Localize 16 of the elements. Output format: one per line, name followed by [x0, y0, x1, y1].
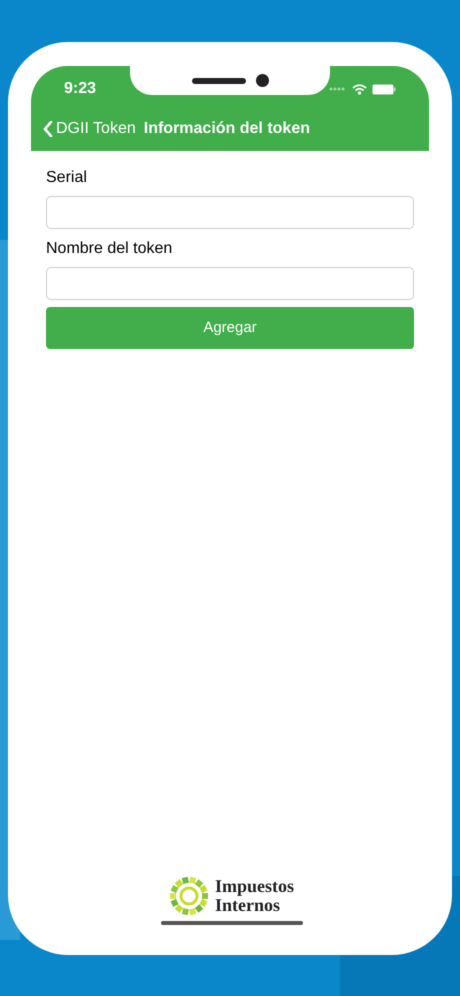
input-field[interactable] [46, 267, 414, 300]
status-time: 9:23 [64, 79, 96, 99]
camera-icon [256, 74, 268, 87]
battery-icon [372, 84, 396, 94]
speaker-icon [192, 78, 246, 84]
wifi-icon [352, 84, 367, 94]
screen-title: Información del token [144, 119, 310, 139]
chevron-left-icon [43, 121, 53, 137]
input-field[interactable] [46, 196, 414, 229]
field-label: Serial [46, 168, 88, 188]
field-label: Nombre del token [46, 239, 174, 259]
add-button[interactable]: Agregar [46, 307, 414, 349]
logo-text: Impuestos [214, 877, 294, 896]
back-button[interactable]: DGII Token [43, 117, 136, 141]
signal-icon [329, 87, 347, 91]
logo-text: Internos [214, 896, 280, 915]
